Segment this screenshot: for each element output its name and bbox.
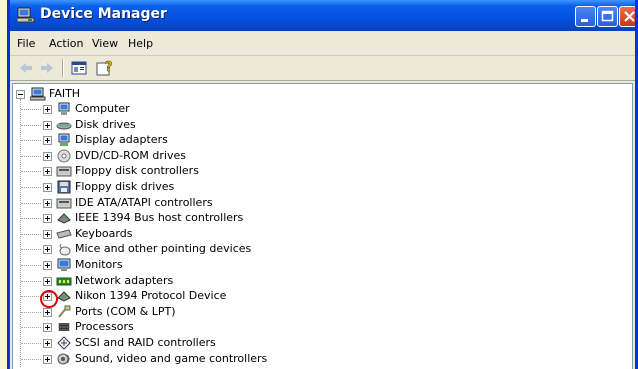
- expand-toggle[interactable]: [43, 151, 52, 161]
- menu-file[interactable]: File: [17, 37, 35, 50]
- svg-text:?: ?: [105, 60, 113, 75]
- tree-branch-line: [21, 171, 41, 173]
- tree-branch-line: [21, 311, 41, 313]
- tree-item-label[interactable]: Mice and other pointing devices: [75, 242, 251, 256]
- expand-toggle[interactable]: [43, 339, 52, 348]
- nikon-device-icon: [57, 291, 71, 302]
- device-manager-window: Device Manager File Action View Help ? F…: [7, 0, 638, 369]
- network-adapter-icon: [56, 277, 72, 286]
- floppy-drive-icon: [57, 180, 71, 194]
- cdrom-icon: [57, 149, 71, 163]
- minimize-icon: [581, 19, 588, 22]
- ports-icon: [58, 305, 71, 318]
- expand-toggle[interactable]: [43, 214, 52, 224]
- tree-item-label[interactable]: Processors: [75, 320, 134, 334]
- toolbar-separator: [62, 59, 64, 77]
- keyboard-icon: [56, 229, 72, 239]
- tree-item-label[interactable]: IEEE 1394 Bus host controllers: [75, 211, 243, 225]
- expand-toggle[interactable]: [43, 167, 52, 177]
- tree-item-label[interactable]: Computer: [75, 102, 130, 116]
- minimize-button[interactable]: [575, 6, 596, 27]
- maximize-icon: [601, 10, 614, 22]
- expand-toggle[interactable]: [43, 245, 52, 255]
- tree-branch-line: [21, 109, 41, 110]
- mouse-icon: [59, 244, 71, 256]
- expand-toggle[interactable]: [43, 354, 52, 364]
- tree-item-label[interactable]: Sound, video and game controllers: [75, 352, 267, 366]
- tree-item-label[interactable]: Monitors: [75, 258, 123, 272]
- maximize-button[interactable]: [597, 6, 618, 27]
- tree-item-label[interactable]: SCSI and RAID controllers: [75, 336, 216, 350]
- tree-branch-line: [21, 343, 41, 344]
- tree-branch-line: [21, 265, 41, 266]
- expand-toggle[interactable]: [43, 136, 52, 146]
- expand-toggle[interactable]: [43, 323, 52, 333]
- display-adapter-icon: [58, 133, 70, 147]
- tree-branch-line: [21, 187, 41, 188]
- tree-branch-line: [21, 280, 41, 282]
- tree-item-label[interactable]: IDE ATA/ATAPI controllers: [75, 196, 213, 210]
- tree-branch-line: [21, 358, 41, 360]
- expand-toggle[interactable]: [43, 307, 52, 317]
- tree-branch-line: [21, 202, 41, 204]
- monitor-icon: [57, 258, 71, 271]
- expand-toggle[interactable]: [43, 276, 52, 286]
- tree-branch-line: [21, 124, 41, 126]
- expand-toggle[interactable]: [43, 229, 52, 239]
- tree-root-label[interactable]: FAITH: [49, 87, 80, 101]
- processor-icon: [58, 323, 70, 332]
- close-icon: [624, 11, 635, 22]
- ieee1394-icon: [57, 213, 71, 224]
- tree-item-label[interactable]: DVD/CD-ROM drives: [75, 149, 186, 163]
- device-manager-app-icon: [17, 7, 35, 23]
- help-icon[interactable]: ?: [96, 59, 114, 77]
- tree-item-label[interactable]: Network adapters: [75, 274, 173, 288]
- sound-icon: [57, 353, 70, 365]
- tree-branch-line: [21, 218, 41, 220]
- toolbar: ?: [10, 56, 635, 81]
- tree-branch-line: [21, 296, 41, 298]
- close-button[interactable]: [619, 6, 635, 27]
- floppy-controller-icon: [56, 166, 72, 177]
- tree-branch-line: [21, 327, 41, 329]
- tree-branch-line: [21, 140, 41, 142]
- back-arrow-icon[interactable]: [18, 59, 34, 77]
- menu-action[interactable]: Action: [49, 37, 83, 50]
- computer-icon: [58, 102, 70, 115]
- tree-branch-line: [21, 155, 41, 157]
- expand-toggle[interactable]: [43, 183, 52, 192]
- expand-toggle[interactable]: [43, 198, 52, 208]
- forward-arrow-icon[interactable]: [39, 59, 55, 77]
- tree-item-label[interactable]: Ports (COM & LPT): [75, 305, 176, 319]
- menu-help[interactable]: Help: [128, 37, 153, 50]
- tree-item-label[interactable]: Keyboards: [75, 227, 132, 241]
- highlight-circle-annotation: [40, 290, 58, 308]
- device-tree-panel: FAITH Computer Disk drives Display adapter…: [12, 83, 633, 369]
- expand-toggle[interactable]: [43, 105, 52, 114]
- menu-view[interactable]: View: [92, 37, 118, 50]
- menu-bar: File Action View Help: [10, 31, 635, 56]
- tree-branch-line: [21, 249, 41, 251]
- disk-drive-icon: [56, 122, 72, 130]
- tree-item-label[interactable]: Floppy disk drives: [75, 180, 174, 194]
- root-collapse-toggle[interactable]: [16, 90, 25, 99]
- properties-icon[interactable]: [71, 59, 87, 77]
- expand-toggle[interactable]: [43, 261, 52, 270]
- tree-branch-line: [21, 233, 41, 235]
- computer-root-icon: [30, 87, 46, 101]
- tree-item-label[interactable]: Nikon 1394 Protocol Device: [75, 289, 226, 303]
- scsi-icon: [57, 336, 71, 350]
- title-bar[interactable]: Device Manager: [10, 0, 635, 31]
- tree-item-label[interactable]: Disk drives: [75, 118, 136, 132]
- expand-toggle[interactable]: [43, 120, 52, 130]
- tree-item-label[interactable]: Display adapters: [75, 133, 168, 147]
- ide-controller-icon: [56, 198, 72, 209]
- tree-item-label[interactable]: Floppy disk controllers: [75, 164, 199, 178]
- window-title: Device Manager: [40, 6, 167, 22]
